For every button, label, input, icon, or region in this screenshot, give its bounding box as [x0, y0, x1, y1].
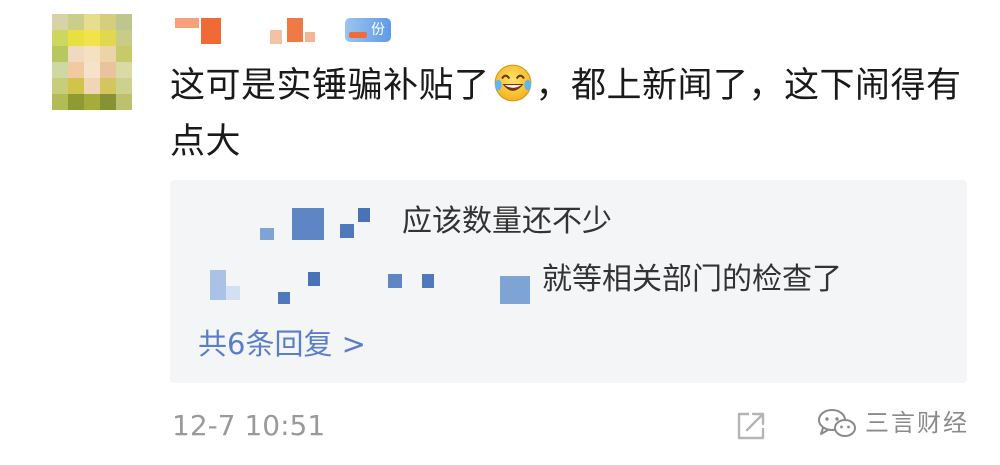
avatar-pixel	[100, 94, 116, 110]
watermark: 三言财经	[815, 404, 985, 444]
avatar-pixel	[68, 62, 84, 78]
avatar-pixel	[84, 14, 100, 30]
avatar-pixel	[100, 30, 116, 46]
avatar-pixel	[100, 14, 116, 30]
more-replies-link[interactable]: 共6条回复 >	[198, 326, 366, 362]
comment-text-part1: 这可是实锤骗补贴了	[170, 66, 490, 106]
avatar-pixel	[68, 94, 84, 110]
avatar-pixel	[100, 78, 116, 94]
badge-stripe	[349, 32, 367, 38]
avatar-pixel	[100, 62, 116, 78]
avatar-pixel	[116, 94, 132, 110]
avatar-pixel	[116, 30, 132, 46]
reply-text: 应该数量还不少	[402, 204, 612, 239]
avatar-pixel	[52, 46, 68, 62]
reply-author-redacted	[260, 228, 274, 240]
watermark-text: 三言财经	[865, 409, 969, 437]
avatar-pixel	[116, 46, 132, 62]
reply-author-redacted	[308, 272, 320, 286]
avatar[interactable]	[52, 14, 132, 114]
avatar-pixel	[68, 30, 84, 46]
avatar-pixel	[52, 94, 68, 110]
avatar-pixel	[68, 46, 84, 62]
reply-author-redacted	[358, 208, 370, 222]
avatar-pixel	[116, 78, 132, 94]
avatar-pixel	[52, 14, 68, 30]
comment-timestamp: 12-7 10:51	[172, 409, 326, 442]
avatar-pixel	[84, 46, 100, 62]
reply-author-redacted	[278, 292, 290, 304]
username-redacted[interactable]	[175, 14, 435, 48]
avatar-pixel	[52, 62, 68, 78]
wechat-icon	[818, 409, 856, 437]
reply-panel: 应该数量还不少 就等相关部门的检查了 共6条回复 >	[170, 180, 967, 383]
reply-author-redacted	[292, 208, 324, 240]
reply-author-redacted	[226, 286, 240, 300]
reply-author-redacted	[500, 276, 530, 304]
reply-author-redacted	[340, 224, 354, 238]
reply-text: 就等相关部门的检查了	[542, 262, 842, 297]
reply-author-redacted	[422, 274, 434, 288]
avatar-pixel	[84, 62, 100, 78]
avatar-pixel	[68, 14, 84, 30]
comment-text: 这可是实锤骗补贴了 ，都上新闻了，这下闹得有点大	[170, 58, 970, 170]
share-icon[interactable]	[733, 408, 769, 444]
avatar-pixel	[116, 14, 132, 30]
reply-author-redacted	[388, 274, 402, 288]
avatar-pixel	[52, 78, 68, 94]
avatar-pixel	[84, 94, 100, 110]
badge-label: 份	[371, 22, 385, 38]
avatar-pixel	[68, 78, 84, 94]
avatar-pixel	[84, 30, 100, 46]
avatar-pixel	[84, 78, 100, 94]
avatar-pixel	[100, 46, 116, 62]
avatar-pixel	[52, 30, 68, 46]
reply-author-redacted	[210, 270, 226, 300]
avatar-pixel	[116, 62, 132, 78]
laughing-tears-emoji-icon	[494, 64, 531, 102]
user-level-badge: 份	[345, 18, 391, 42]
